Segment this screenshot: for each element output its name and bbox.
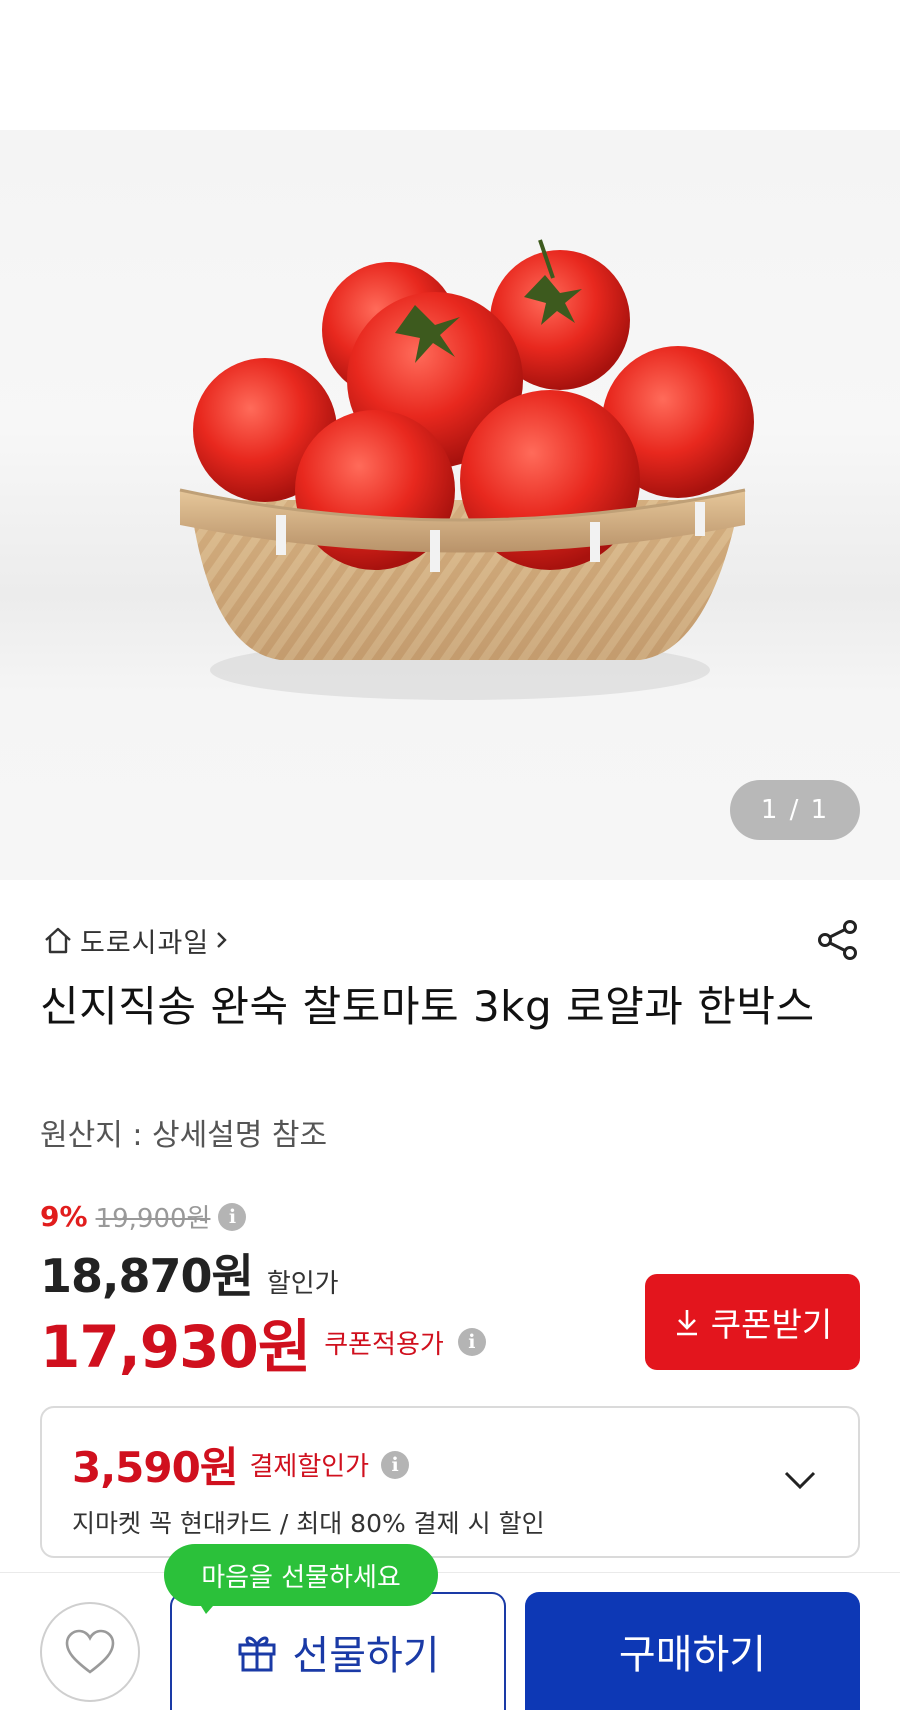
card-discount-panel[interactable]: 3,590원 결제할인가 i 지마켓 꼭 현대카드 / 최대 80% 결제 시 … bbox=[40, 1406, 860, 1558]
get-coupon-button[interactable]: 쿠폰받기 bbox=[645, 1274, 860, 1370]
share-icon[interactable] bbox=[816, 918, 860, 962]
coupon-price-label: 쿠폰적용가 bbox=[324, 1329, 444, 1360]
discount-row: 9% 19,900원 i bbox=[40, 1198, 247, 1235]
status-area bbox=[0, 0, 900, 130]
original-price: 19,900원 bbox=[95, 1204, 211, 1234]
home-icon bbox=[45, 927, 71, 954]
card-discount-price: 3,590원 bbox=[72, 1443, 238, 1492]
info-icon[interactable]: i bbox=[381, 1450, 410, 1479]
gift-tooltip: 마음을 선물하세요 bbox=[164, 1544, 438, 1606]
sale-price-label: 할인가 bbox=[266, 1269, 339, 1299]
coupon-price-row: 17,930원 쿠폰적용가 i bbox=[40, 1300, 486, 1384]
chevron-down-icon[interactable] bbox=[780, 1460, 820, 1500]
buy-button[interactable]: 구매하기 bbox=[525, 1592, 860, 1710]
get-coupon-label: 쿠폰받기 bbox=[710, 1305, 833, 1344]
gift-button[interactable]: 선물하기 bbox=[170, 1592, 506, 1710]
wishlist-button[interactable] bbox=[40, 1602, 140, 1702]
card-discount-label: 결제할인가 bbox=[249, 1452, 370, 1482]
product-title: 신지직송 완숙 찰토마토 3kg 로얄과 한박스 bbox=[40, 982, 815, 1031]
sale-price: 18,870원 bbox=[40, 1249, 254, 1303]
card-discount-description: 지마켓 꼭 현대카드 / 최대 80% 결제 시 할인 bbox=[72, 1509, 545, 1538]
info-icon[interactable]: i bbox=[218, 1202, 247, 1231]
image-pager: 1 / 1 bbox=[730, 780, 860, 840]
heart-icon bbox=[65, 1629, 115, 1674]
gift-button-label: 선물하기 bbox=[292, 1633, 440, 1679]
product-image[interactable] bbox=[0, 130, 900, 880]
sale-price-row: 18,870원 할인가 bbox=[40, 1240, 339, 1306]
product-origin: 원산지 : 상세설명 참조 bbox=[40, 1118, 328, 1153]
discount-percent: 9% bbox=[40, 1200, 88, 1233]
tomato-basket-illustration bbox=[179, 239, 754, 700]
info-icon[interactable]: i bbox=[457, 1328, 486, 1356]
store-name: 도로시과일 bbox=[80, 927, 210, 959]
card-discount-header: 3,590원 결제할인가 i bbox=[72, 1434, 410, 1495]
download-icon bbox=[676, 1310, 697, 1336]
coupon-price: 17,930원 bbox=[40, 1313, 311, 1381]
store-breadcrumb[interactable]: 도로시과일 bbox=[42, 920, 229, 960]
chevron-right-icon bbox=[217, 932, 227, 948]
gift-icon bbox=[238, 1636, 276, 1672]
gift-tooltip-tail bbox=[196, 1598, 220, 1614]
buy-button-label: 구매하기 bbox=[618, 1632, 767, 1678]
